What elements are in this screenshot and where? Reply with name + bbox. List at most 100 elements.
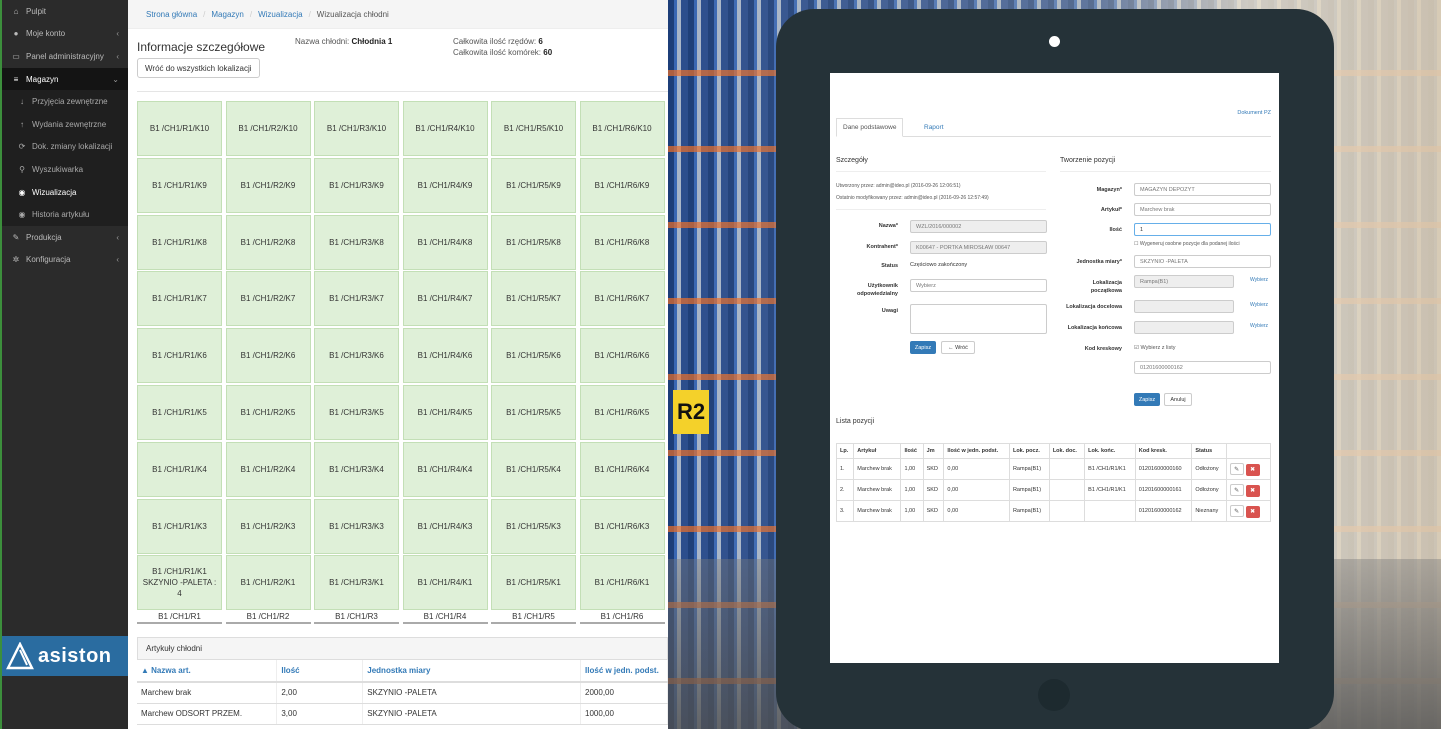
delete-icon[interactable]: ✖ xyxy=(1245,505,1260,518)
grid-cell[interactable]: B1 /CH1/R5/K6 xyxy=(491,328,576,384)
grid-cell[interactable]: B1 /CH1/R6/K10 xyxy=(579,101,665,156)
qty-input[interactable]: 1 xyxy=(1134,223,1271,236)
sidebar-item-moje-konto[interactable]: ● Moje konto ‹ xyxy=(2,23,128,46)
tab-report[interactable]: Raport xyxy=(918,118,950,137)
sidebar-item-przyjęcia-zewnętrzne[interactable]: ↓ Przyjęcia zewnętrzne xyxy=(2,90,128,113)
grid-cell[interactable]: B1 /CH1/R3/K9 xyxy=(314,157,399,213)
grid-cell[interactable]: B1 /CH1/R3/K10 xyxy=(314,101,399,156)
sidebar-item-wydania-zewnętrzne[interactable]: ↑ Wydania zewnętrzne xyxy=(2,112,128,136)
grid-cell[interactable]: B1 /CH1/R3/K8 xyxy=(314,214,399,270)
grid-cell[interactable]: B1 /CH1/R3/K3 xyxy=(314,498,399,554)
grid-cell[interactable]: B1 /CH1/R4/K1 xyxy=(402,555,488,611)
grid-cell[interactable]: B1 /CH1/R5/K4 xyxy=(491,441,576,497)
grid-cell[interactable]: B1 /CH1/R5/K1 xyxy=(491,555,576,611)
grid-cell[interactable]: B1 /CH1/R1/K5 xyxy=(137,385,222,440)
separate-positions-checkbox[interactable]: ☐ Wygeneruj osobne pozycje dla podanej i… xyxy=(1134,241,1240,247)
back-to-locations-button[interactable]: Wróć do wszystkich lokalizacji xyxy=(137,58,260,78)
grid-cell[interactable]: B1 /CH1/R3/K6 xyxy=(314,328,399,384)
choose-target-location-link[interactable]: Wybierz xyxy=(1250,302,1268,308)
grid-cell[interactable]: B1 /CH1/R4/K9 xyxy=(402,157,488,213)
grid-cell[interactable]: B1 /CH1/R2/K10 xyxy=(225,101,311,156)
start-location-field[interactable]: Rampa(B1) xyxy=(1134,275,1234,288)
target-location-field[interactable] xyxy=(1134,300,1234,313)
grid-cell[interactable]: B1 /CH1/R2/K1 xyxy=(225,555,311,611)
grid-cell[interactable]: B1 /CH1/R2/K5 xyxy=(225,385,311,440)
choose-start-location-link[interactable]: Wybierz xyxy=(1250,277,1268,283)
grid-cell[interactable]: B1 /CH1/R1/K8 xyxy=(137,214,222,270)
grid-cell[interactable]: B1 /CH1/R1/K10 xyxy=(137,101,222,156)
sidebar-item-panel-administracyjny[interactable]: ▭ Panel administracyjny ‹ xyxy=(2,45,128,68)
grid-cell[interactable]: B1 /CH1/R6/K8 xyxy=(579,214,665,270)
articles-column-header[interactable]: Ilość w jedn. podst. xyxy=(580,660,668,683)
name-field[interactable]: WZL/2016/000002 xyxy=(910,220,1047,233)
breadcrumb-home[interactable]: Strona główna xyxy=(146,10,197,19)
grid-cell[interactable]: B1 /CH1/R4/K7 xyxy=(402,271,488,327)
document-pz-link[interactable]: Dokument PZ xyxy=(1237,110,1271,116)
articles-column-header[interactable]: Ilość xyxy=(276,660,364,683)
articles-column-header[interactable]: ▲ Nazwa art. xyxy=(137,660,278,683)
grid-cell[interactable]: B1 /CH1/R5/K7 xyxy=(491,271,576,327)
grid-cell[interactable]: B1 /CH1/R5/K5 xyxy=(491,385,576,440)
grid-cell[interactable]: B1 /CH1/R3/K5 xyxy=(314,385,399,440)
edit-icon[interactable]: ✎ xyxy=(1229,504,1244,517)
grid-cell[interactable]: B1 /CH1/R2/K9 xyxy=(225,157,311,213)
sidebar-item-wizualizacja[interactable]: ◉ Wizualizacja xyxy=(2,180,128,204)
barcode-select[interactable]: 01201600000162 xyxy=(1134,361,1271,374)
sidebar-item-magazyn[interactable]: ≡ Magazyn ⌄ xyxy=(2,67,128,91)
grid-cell[interactable]: B1 /CH1/R5/K10 xyxy=(491,101,576,156)
barcode-from-list-checkbox[interactable]: ☑ Wybierz z listy xyxy=(1134,345,1176,351)
grid-cell[interactable]: B1 /CH1/R2/K3 xyxy=(225,498,311,554)
grid-cell[interactable]: B1 /CH1/R6/K5 xyxy=(579,385,665,440)
grid-cell[interactable]: B1 /CH1/R2/K7 xyxy=(225,271,311,327)
articles-column-header[interactable]: Jednostka miary xyxy=(362,660,582,683)
breadcrumb-magazyn[interactable]: Magazyn xyxy=(211,10,243,19)
back-button[interactable]: ← Wróć xyxy=(941,341,975,354)
store-select[interactable]: MAGAZYN DEPOZYT xyxy=(1134,183,1271,196)
grid-cell[interactable]: B1 /CH1/R6/K4 xyxy=(579,441,665,497)
edit-icon[interactable]: ✎ xyxy=(1229,483,1244,496)
grid-cell[interactable]: B1 /CH1/R4/K3 xyxy=(402,498,488,554)
grid-cell[interactable]: B1 /CH1/R4/K4 xyxy=(402,441,488,497)
grid-cell[interactable]: B1 /CH1/R2/K4 xyxy=(225,441,311,497)
grid-cell[interactable]: B1 /CH1/R6/K3 xyxy=(579,498,665,554)
grid-cell[interactable]: B1 /CH1/R5/K8 xyxy=(491,214,576,270)
sidebar-item-produkcja[interactable]: ✎ Produkcja ‹ xyxy=(2,226,128,249)
grid-cell[interactable]: B1 /CH1/R4/K6 xyxy=(402,328,488,384)
cancel-button[interactable]: Anuluj xyxy=(1164,393,1192,406)
end-location-field[interactable] xyxy=(1134,321,1234,334)
delete-icon[interactable]: ✖ xyxy=(1245,463,1260,476)
grid-cell[interactable]: B1 /CH1/R1/K3 xyxy=(137,498,222,554)
notes-textarea[interactable] xyxy=(910,304,1047,334)
grid-cell[interactable]: B1 /CH1/R3/K4 xyxy=(314,441,399,497)
sidebar-item-pulpit[interactable]: ⌂ Pulpit xyxy=(2,0,128,23)
tab-basic-data[interactable]: Dane podstawowe xyxy=(836,118,904,137)
grid-cell[interactable]: B1 /CH1/R5/K3 xyxy=(491,498,576,554)
grid-cell[interactable]: B1 /CH1/R1/K4 xyxy=(137,441,222,497)
grid-cell[interactable]: B1 /CH1/R3/K1 xyxy=(314,555,399,611)
grid-cell[interactable]: B1 /CH1/R1/K9 xyxy=(137,157,222,213)
choose-end-location-link[interactable]: Wybierz xyxy=(1250,323,1268,329)
breadcrumb-wizualizacja[interactable]: Wizualizacja xyxy=(258,10,302,19)
grid-cell[interactable]: B1 /CH1/R2/K6 xyxy=(225,328,311,384)
sidebar-item-historia-artykułu[interactable]: ◉ Historia artykułu xyxy=(2,203,128,226)
grid-cell[interactable]: B1 /CH1/R6/K9 xyxy=(579,157,665,213)
grid-cell[interactable]: B1 /CH1/R4/K10 xyxy=(402,101,488,156)
responsible-user-select[interactable]: Wybierz xyxy=(910,279,1047,292)
grid-cell[interactable]: B1 /CH1/R2/K8 xyxy=(225,214,311,270)
grid-cell[interactable]: B1 /CH1/R6/K1 xyxy=(579,555,665,611)
sidebar-item-konfiguracja[interactable]: ✲ Konfiguracja ‹ xyxy=(2,249,128,272)
create-save-button[interactable]: Zapisz xyxy=(1134,393,1160,406)
delete-icon[interactable]: ✖ xyxy=(1245,484,1260,497)
contractor-select[interactable]: K00647 - PORTKA MIROSŁAW 00647 xyxy=(910,241,1047,254)
article-select[interactable]: Marchew brak xyxy=(1134,203,1271,216)
grid-cell[interactable]: B1 /CH1/R5/K9 xyxy=(491,157,576,213)
grid-cell[interactable]: B1 /CH1/R6/K7 xyxy=(579,271,665,327)
grid-cell[interactable]: B1 /CH1/R6/K6 xyxy=(579,328,665,384)
unit-select[interactable]: SKZYNIO -PALETA xyxy=(1134,255,1271,268)
edit-icon[interactable]: ✎ xyxy=(1229,462,1244,475)
grid-cell[interactable]: B1 /CH1/R4/K8 xyxy=(402,214,488,270)
sidebar-item-dok-zmiany-lokalizacji[interactable]: ⟳ Dok. zmiany lokalizacji xyxy=(2,135,128,159)
grid-cell[interactable]: B1 /CH1/R1/K7 xyxy=(137,271,222,327)
save-button[interactable]: Zapisz xyxy=(910,341,936,354)
grid-cell[interactable]: B1 /CH1/R4/K5 xyxy=(402,385,488,440)
